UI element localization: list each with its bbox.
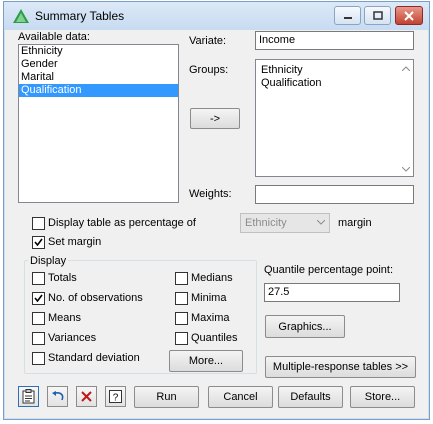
undo-button[interactable] [47, 386, 68, 407]
genstat-app-icon [13, 9, 29, 23]
more-button[interactable]: More... [169, 350, 243, 372]
svg-text:?: ? [113, 393, 119, 404]
standard-deviation-checkbox[interactable] [32, 352, 45, 365]
list-item[interactable]: Ethnicity [259, 64, 413, 77]
scroll-down-icon[interactable] [402, 167, 410, 172]
maxima-checkbox[interactable] [175, 312, 188, 325]
maxima-label: Maxima [191, 312, 230, 324]
list-item[interactable]: Gender [19, 58, 178, 71]
checkmark-icon [34, 238, 43, 247]
checkmark-icon [34, 294, 43, 303]
scroll-up-icon[interactable] [402, 66, 410, 71]
help-icon: ? [109, 390, 122, 403]
means-checkbox[interactable] [32, 312, 45, 325]
undo-icon [51, 390, 63, 400]
maximize-icon [372, 11, 383, 20]
list-item[interactable]: Marital [19, 71, 178, 84]
margin-combo[interactable]: Ethnicity [240, 213, 330, 233]
data-entry-button[interactable] [18, 386, 39, 407]
minima-checkbox[interactable] [175, 292, 188, 305]
available-data-list[interactable]: Ethnicity Gender Marital Qualification [18, 44, 179, 203]
no-of-observations-checkbox[interactable] [32, 292, 45, 305]
move-to-groups-button[interactable]: -> [190, 108, 240, 129]
medians-label: Medians [191, 272, 233, 284]
totals-label: Totals [48, 272, 77, 284]
standard-deviation-label: Standard deviation [48, 352, 140, 364]
variate-label: Variate: [189, 35, 227, 47]
list-item[interactable]: Qualification [19, 84, 178, 97]
minimize-icon [343, 16, 352, 19]
groups-label: Groups: [189, 64, 229, 76]
medians-checkbox[interactable] [175, 272, 188, 285]
quantiles-checkbox[interactable] [175, 332, 188, 345]
set-margin-label: Set margin [48, 236, 102, 248]
red-x-icon [81, 391, 92, 402]
no-of-observations-label: No. of observations [48, 292, 143, 304]
totals-checkbox[interactable] [32, 272, 45, 285]
weights-field[interactable] [255, 185, 414, 204]
summary-tables-dialog: Summary Tables Available data: Ethnicity… [3, 1, 430, 420]
cancel-button[interactable]: Cancel [208, 386, 273, 408]
means-label: Means [48, 312, 82, 324]
title-bar: Summary Tables [4, 2, 429, 30]
available-data-label: Available data: [18, 31, 90, 43]
variances-checkbox[interactable] [32, 332, 45, 345]
percentage-checkbox[interactable] [32, 217, 45, 230]
list-item[interactable]: Qualification [259, 77, 413, 90]
margin-suffix-label: margin [338, 217, 372, 229]
weights-label: Weights: [189, 188, 232, 200]
minima-label: Minima [191, 292, 227, 304]
clear-button[interactable] [76, 386, 97, 407]
margin-combo-value: Ethnicity [245, 217, 287, 229]
store-button[interactable]: Store... [350, 386, 415, 408]
quantile-label: Quantile percentage point: [264, 264, 394, 276]
run-button[interactable]: Run [134, 386, 199, 408]
multiple-response-tables-button[interactable]: Multiple-response tables >> [265, 356, 416, 378]
display-group-label: Display [28, 255, 69, 267]
quantiles-label: Quantiles [191, 332, 238, 344]
window-title: Summary Tables [35, 9, 125, 23]
list-item[interactable]: Ethnicity [19, 45, 178, 58]
variate-field[interactable]: Income [255, 31, 414, 50]
close-icon [404, 10, 414, 21]
clipboard-icon [22, 389, 35, 404]
chevron-down-icon [317, 220, 325, 225]
maximize-button[interactable] [364, 6, 391, 25]
groups-list[interactable]: Ethnicity Qualification [255, 59, 414, 177]
defaults-button[interactable]: Defaults [278, 386, 343, 408]
variances-label: Variances [48, 332, 97, 344]
quantile-field[interactable]: 27.5 [264, 283, 400, 302]
set-margin-checkbox[interactable] [32, 236, 45, 249]
graphics-button[interactable]: Graphics... [265, 315, 345, 338]
minimize-button[interactable] [334, 6, 361, 25]
help-button[interactable]: ? [105, 386, 126, 407]
percentage-label: Display table as percentage of [48, 217, 196, 229]
close-window-button[interactable] [395, 6, 423, 25]
